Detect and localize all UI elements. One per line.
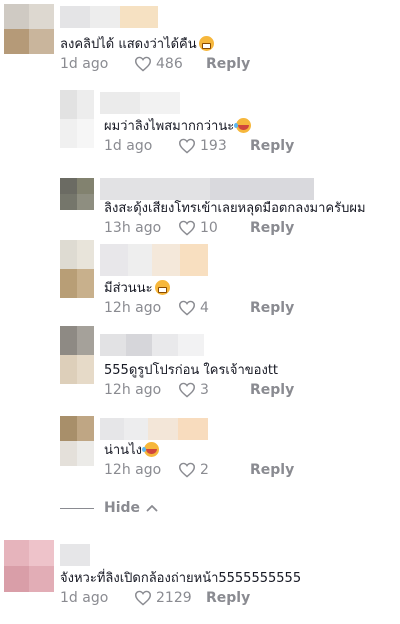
- like-count: 10: [200, 220, 218, 236]
- heart-icon: [134, 56, 152, 72]
- username-blurred[interactable]: [100, 92, 180, 114]
- comment-age: 1d ago: [60, 590, 109, 606]
- heart-icon: [178, 462, 196, 478]
- reply-button[interactable]: Reply: [250, 138, 294, 154]
- reply-button[interactable]: Reply: [250, 300, 294, 316]
- divider-line: [60, 507, 94, 509]
- chevron-up-icon: [146, 505, 158, 512]
- grinning-emoji-icon: [154, 280, 170, 295]
- comment-age: 12h ago: [104, 462, 162, 478]
- comment-meta: 12h ago 4 Reply: [104, 298, 294, 318]
- reply-button[interactable]: Reply: [250, 220, 294, 236]
- like-button[interactable]: 10: [178, 220, 250, 236]
- like-button[interactable]: 2: [178, 462, 250, 478]
- reply-button[interactable]: Reply: [250, 382, 294, 398]
- reply-button[interactable]: Reply: [206, 56, 250, 72]
- laughing-emoji-icon: [141, 442, 159, 457]
- avatar[interactable]: [4, 4, 54, 54]
- like-count: 4: [200, 300, 209, 316]
- comment-meta: 13h ago 10 Reply: [104, 218, 294, 238]
- like-button[interactable]: 4: [178, 300, 250, 316]
- comment-age: 1d ago: [60, 56, 109, 72]
- avatar[interactable]: [60, 240, 94, 298]
- reply-button[interactable]: Reply: [206, 590, 250, 606]
- comment-text: มีส่วนนะ: [104, 280, 170, 298]
- comment-age: 13h ago: [104, 220, 162, 236]
- like-button[interactable]: 193: [178, 138, 250, 154]
- avatar[interactable]: [60, 90, 94, 148]
- like-button[interactable]: 486: [134, 56, 206, 72]
- username-blurred[interactable]: [100, 334, 204, 356]
- like-count: 193: [200, 138, 227, 154]
- username-blurred[interactable]: [60, 544, 90, 566]
- like-count: 2129: [156, 590, 192, 606]
- reply-button[interactable]: Reply: [250, 462, 294, 478]
- username-blurred[interactable]: [100, 178, 314, 200]
- comment-meta: 12h ago 3 Reply: [104, 380, 294, 400]
- heart-icon: [178, 220, 196, 236]
- avatar[interactable]: [60, 416, 94, 466]
- comment-age: 12h ago: [104, 300, 162, 316]
- comment-text: 555ดูรูปโปรก่อน ใครเจ้าของtt: [104, 363, 279, 378]
- avatar[interactable]: [60, 178, 94, 210]
- avatar[interactable]: [4, 540, 54, 592]
- comment-age: 12h ago: [104, 382, 162, 398]
- comment-text: ผมว่าลิงไพสมากกว่านะ: [104, 118, 252, 136]
- like-count: 3: [200, 382, 209, 398]
- hide-label: Hide: [104, 500, 141, 516]
- like-button[interactable]: 2129: [134, 590, 206, 606]
- like-button[interactable]: 3: [178, 382, 250, 398]
- grinning-emoji-icon: [198, 36, 214, 51]
- avatar[interactable]: [60, 326, 94, 384]
- comment-meta: 12h ago 2 Reply: [104, 460, 294, 480]
- hide-replies-button[interactable]: Hide: [60, 500, 158, 516]
- comment-text: น่านไง: [104, 442, 159, 460]
- heart-icon: [134, 590, 152, 606]
- comment-age: 1d ago: [104, 138, 153, 154]
- comment-meta: 1d ago 2129 Reply: [60, 588, 250, 608]
- comment-text: จังหวะที่ลิงเปิดกล้องถ่ายหน้า5555555555: [60, 571, 302, 586]
- username-blurred[interactable]: [100, 244, 208, 276]
- comment-text: ลงคลิปได้ แสดงว่าได้คืน: [60, 36, 214, 54]
- comment-meta: 1d ago 193 Reply: [104, 136, 294, 156]
- username-blurred[interactable]: [100, 418, 208, 440]
- comment-meta: 1d ago 486 Reply: [60, 54, 250, 74]
- like-count: 2: [200, 462, 209, 478]
- comment-text: ลิงสะดุ้งเสียงโทรเข้าเลยหลุดมือตกลงมาครั…: [104, 201, 366, 216]
- heart-icon: [178, 382, 196, 398]
- heart-icon: [178, 300, 196, 316]
- like-count: 486: [156, 56, 183, 72]
- username-blurred[interactable]: [60, 6, 158, 28]
- laughing-emoji-icon: [234, 118, 252, 133]
- heart-icon: [178, 138, 196, 154]
